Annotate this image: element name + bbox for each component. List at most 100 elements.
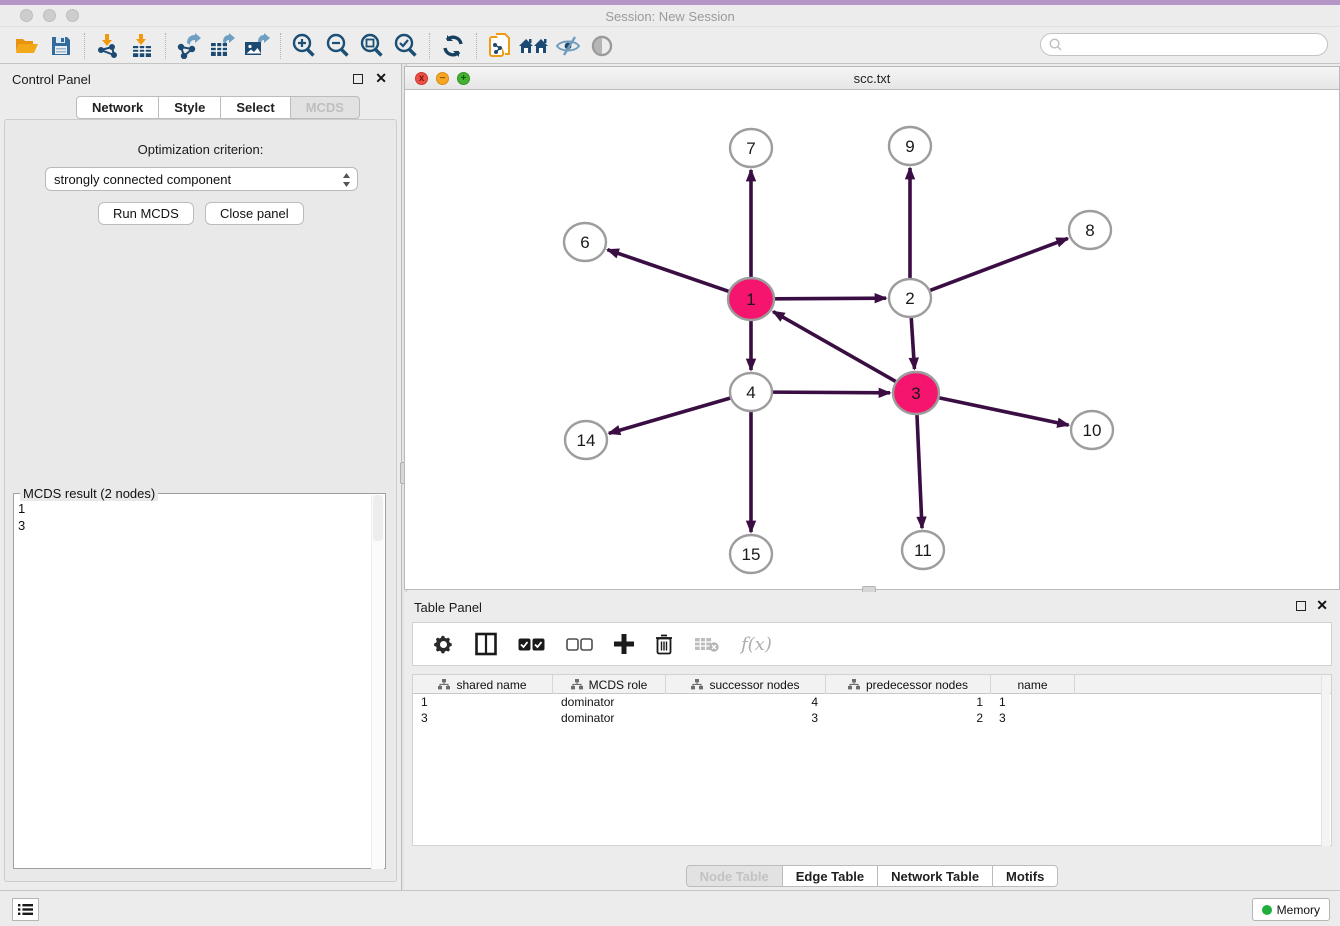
graph-node-2[interactable]: 2 bbox=[889, 279, 931, 317]
export-network-button[interactable] bbox=[172, 31, 206, 61]
zoom-out-button[interactable] bbox=[321, 31, 355, 61]
tab-select[interactable]: Select bbox=[221, 96, 290, 119]
edge-4-14[interactable] bbox=[609, 398, 730, 433]
tab-mcds[interactable]: MCDS bbox=[291, 96, 360, 119]
delete-table-button[interactable] bbox=[694, 636, 720, 652]
import-network-button[interactable] bbox=[91, 31, 125, 61]
column-type-icon bbox=[438, 679, 450, 690]
node-label: 3 bbox=[911, 384, 920, 403]
network-view-window: x − + scc.txt 7 9 6 8 1 2 4 3 14 10 15 11 bbox=[404, 66, 1340, 590]
tab-edge-table[interactable]: Edge Table bbox=[783, 865, 878, 887]
edge-3-11[interactable] bbox=[917, 415, 922, 528]
graph-node-4[interactable]: 4 bbox=[730, 373, 772, 411]
tab-network-table[interactable]: Network Table bbox=[878, 865, 993, 887]
table-tabs: Node Table Edge Table Network Table Moti… bbox=[404, 865, 1340, 887]
network-canvas[interactable]: 7 9 6 8 1 2 4 3 14 10 15 11 bbox=[405, 90, 1339, 589]
column-header-name[interactable]: name bbox=[991, 675, 1075, 694]
show-graphics-details-button[interactable] bbox=[585, 31, 619, 61]
table-row[interactable]: 3 dominator 3 2 3 bbox=[413, 710, 1331, 726]
graph-node-11[interactable]: 11 bbox=[902, 531, 944, 569]
zoom-selected-button[interactable] bbox=[389, 31, 423, 61]
close-table-panel-icon[interactable]: ✕ bbox=[1316, 598, 1328, 612]
table-scrollbar[interactable] bbox=[1321, 676, 1330, 846]
column-header-shared-name[interactable]: shared name bbox=[413, 675, 553, 694]
network-graph: 7 9 6 8 1 2 4 3 14 10 15 11 bbox=[405, 90, 1339, 589]
hide-graphics-button[interactable] bbox=[551, 31, 585, 61]
result-scrollbar[interactable] bbox=[371, 495, 384, 869]
edge-1-2[interactable] bbox=[775, 298, 886, 299]
add-column-button[interactable] bbox=[614, 634, 634, 654]
zoom-fit-button[interactable] bbox=[355, 31, 389, 61]
export-table-button[interactable] bbox=[206, 31, 240, 61]
network-window-titlebar[interactable]: x − + scc.txt bbox=[405, 67, 1339, 90]
deselect-all-button[interactable] bbox=[566, 638, 593, 651]
column-type-icon bbox=[691, 679, 703, 690]
edge-2-8[interactable] bbox=[930, 238, 1068, 290]
edge-3-10[interactable] bbox=[939, 398, 1068, 425]
toggle-column-view-button[interactable] bbox=[475, 632, 497, 656]
import-network-icon bbox=[95, 33, 121, 59]
mcds-result-text[interactable]: 1 3 bbox=[18, 500, 25, 534]
show-all-networks-button[interactable] bbox=[517, 31, 551, 61]
float-panel-icon[interactable] bbox=[353, 74, 363, 84]
run-mcds-button[interactable]: Run MCDS bbox=[98, 202, 194, 225]
graph-node-10[interactable]: 10 bbox=[1071, 411, 1113, 449]
close-panel-button[interactable]: Close panel bbox=[205, 202, 304, 225]
export-network-icon bbox=[175, 33, 203, 59]
graph-node-15[interactable]: 15 bbox=[730, 535, 772, 573]
criterion-dropdown[interactable]: strongly connected component bbox=[45, 167, 358, 191]
result-scrollbar-thumb[interactable] bbox=[373, 495, 383, 541]
toolbar-separator bbox=[165, 33, 166, 59]
table-row[interactable]: 1 dominator 4 1 1 bbox=[413, 694, 1331, 710]
save-session-button[interactable] bbox=[44, 31, 78, 61]
column-header-predecessor-nodes[interactable]: predecessor nodes bbox=[826, 675, 991, 694]
refresh-layout-button[interactable] bbox=[436, 31, 470, 61]
table-toolbar: f(x) bbox=[412, 622, 1332, 666]
gear-icon bbox=[433, 634, 454, 655]
search-input[interactable] bbox=[1040, 33, 1328, 56]
delete-columns-button[interactable] bbox=[655, 633, 673, 655]
edge-3-1[interactable] bbox=[773, 312, 895, 382]
edge-2-3[interactable] bbox=[911, 318, 914, 369]
chevron-up-down-icon bbox=[342, 172, 351, 188]
table-settings-button[interactable] bbox=[433, 634, 454, 655]
toolbar-separator bbox=[280, 33, 281, 59]
column-header-mcds-role[interactable]: MCDS role bbox=[553, 675, 666, 694]
tab-motifs[interactable]: Motifs bbox=[993, 865, 1058, 887]
graph-node-3[interactable]: 3 bbox=[893, 372, 939, 414]
edge-4-3[interactable] bbox=[773, 392, 890, 393]
memory-button[interactable]: Memory bbox=[1252, 898, 1330, 921]
zoom-in-button[interactable] bbox=[287, 31, 321, 61]
column-header-successor-nodes[interactable]: successor nodes bbox=[666, 675, 826, 694]
open-folder-icon bbox=[14, 35, 40, 57]
graph-node-14[interactable]: 14 bbox=[565, 421, 607, 459]
node-label: 7 bbox=[746, 139, 755, 158]
graph-node-6[interactable]: 6 bbox=[564, 223, 606, 261]
graph-node-1[interactable]: 1 bbox=[728, 278, 774, 320]
graph-node-7[interactable]: 7 bbox=[730, 129, 772, 167]
clone-network-button[interactable] bbox=[483, 31, 517, 61]
application-window: Session: New Session bbox=[0, 0, 1340, 926]
function-builder-button[interactable]: f(x) bbox=[741, 634, 772, 655]
save-floppy-icon bbox=[50, 35, 72, 57]
node-label: 10 bbox=[1083, 421, 1102, 440]
graph-node-8[interactable]: 8 bbox=[1069, 211, 1111, 249]
export-image-button[interactable] bbox=[240, 31, 274, 61]
tab-node-table[interactable]: Node Table bbox=[686, 865, 783, 887]
graph-node-9[interactable]: 9 bbox=[889, 127, 931, 165]
clone-network-icon bbox=[487, 32, 513, 60]
zoom-in-icon bbox=[291, 33, 317, 59]
tab-style[interactable]: Style bbox=[159, 96, 221, 119]
close-panel-icon[interactable]: ✕ bbox=[375, 71, 387, 85]
tab-network[interactable]: Network bbox=[76, 96, 159, 119]
edge-1-6[interactable] bbox=[607, 250, 728, 292]
empty-boxes-icon bbox=[566, 638, 593, 651]
select-all-button[interactable] bbox=[518, 638, 545, 651]
mcds-panel-body: Optimization criterion: strongly connect… bbox=[4, 119, 397, 882]
task-history-button[interactable] bbox=[12, 898, 39, 921]
float-table-panel-icon[interactable] bbox=[1296, 601, 1306, 611]
control-panel: Control Panel ✕ Network Style Select MCD… bbox=[0, 64, 401, 890]
zoom-out-icon bbox=[325, 33, 351, 59]
open-session-button[interactable] bbox=[10, 31, 44, 61]
import-table-button[interactable] bbox=[125, 31, 159, 61]
